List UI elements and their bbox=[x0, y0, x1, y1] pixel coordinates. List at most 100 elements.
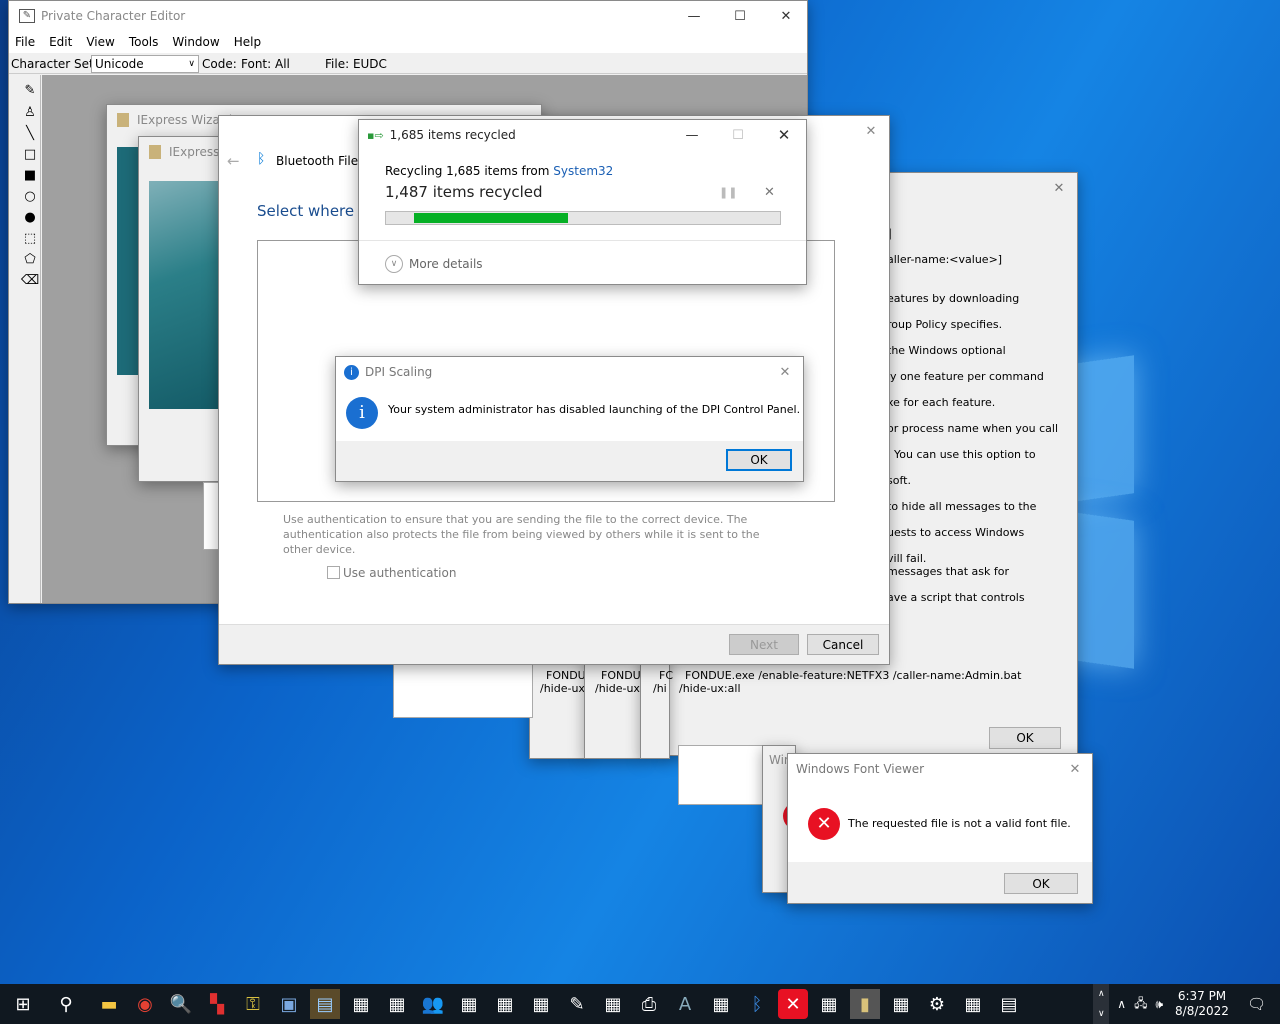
gear-icon[interactable]: ⚙ bbox=[922, 989, 952, 1019]
more-details-chevron-icon[interactable]: ∨ bbox=[385, 255, 403, 273]
filled-ellipse-icon[interactable]: ● bbox=[21, 208, 39, 226]
background-window-edge-3 bbox=[678, 745, 768, 805]
network-icon[interactable]: 🖧 bbox=[1134, 994, 1147, 1015]
fondue-line: xe for each feature. bbox=[887, 396, 996, 409]
bluetooth-taskbar-icon[interactable]: ᛒ bbox=[742, 989, 772, 1019]
font-viewer-dialog[interactable]: Windows Font Viewer ✕ ✕ The requested fi… bbox=[787, 753, 1093, 904]
document-app-icon[interactable]: ▤ bbox=[994, 989, 1024, 1019]
stack-a-line2: /hide-ux bbox=[540, 682, 585, 695]
dpi-titlebar[interactable]: i DPI Scaling bbox=[336, 357, 803, 387]
minimize-icon[interactable]: — bbox=[671, 1, 717, 31]
dpi-message: Your system administrator has disabled l… bbox=[388, 403, 801, 416]
recycle-source-prefix: Recycling 1,685 items from bbox=[385, 164, 554, 178]
fondue-line: eatures by downloading bbox=[887, 292, 1020, 305]
stack-c-line2: /hi bbox=[653, 682, 667, 695]
window-app-icon[interactable]: ▦ bbox=[706, 989, 736, 1019]
bluetooth-close-icon[interactable]: ✕ bbox=[851, 116, 891, 146]
hollow-rectangle-icon[interactable]: □ bbox=[21, 145, 39, 163]
recycle-maximize-icon[interactable]: ☐ bbox=[715, 120, 761, 150]
window-app-icon[interactable]: ▦ bbox=[346, 989, 376, 1019]
menu-tools[interactable]: Tools bbox=[129, 35, 159, 49]
fondue-ok-button[interactable]: OK bbox=[989, 727, 1061, 749]
cancel-operation-icon[interactable]: ✕ bbox=[764, 185, 775, 200]
window-app-icon[interactable]: ▦ bbox=[526, 989, 556, 1019]
show-hidden-icons-chevron-icon[interactable]: ∧ bbox=[1117, 997, 1126, 1011]
recycle-minimize-icon[interactable]: — bbox=[669, 120, 715, 150]
menu-view[interactable]: View bbox=[86, 35, 114, 49]
users-icon[interactable]: 👥 bbox=[418, 989, 448, 1019]
recycle-close-icon[interactable]: ✕ bbox=[761, 120, 807, 150]
brush-icon[interactable]: ♙ bbox=[21, 103, 39, 121]
dpi-ok-button[interactable]: OK bbox=[726, 449, 792, 471]
window-app-icon[interactable]: ▦ bbox=[454, 989, 484, 1019]
auth-checkbox[interactable] bbox=[327, 566, 340, 579]
menu-window[interactable]: Window bbox=[172, 35, 219, 49]
stack-b-line1: FONDU bbox=[601, 669, 641, 682]
recycle-progress-window[interactable]: ▪⇨ 1,685 items recycled — ☐ ✕ Recycling … bbox=[358, 119, 807, 285]
dpi-scaling-dialog[interactable]: i DPI Scaling ✕ i Your system administra… bbox=[335, 356, 804, 482]
fondue-window-stack-b[interactable]: FONDU /hide-ux: bbox=[584, 655, 644, 759]
charset-select[interactable]: Unicode ∨ bbox=[91, 55, 199, 73]
taskbar-scroll-arrows[interactable]: ∧ ∨ bbox=[1093, 984, 1110, 1024]
fondue-window-stack-c[interactable]: FC /hi bbox=[640, 655, 674, 759]
menu-edit[interactable]: Edit bbox=[49, 35, 72, 49]
printer-icon[interactable]: ⎙ bbox=[634, 989, 664, 1019]
pen-app-icon[interactable]: ✎ bbox=[562, 989, 592, 1019]
filled-rectangle-icon[interactable]: ■ bbox=[21, 166, 39, 184]
maximize-icon[interactable]: ☐ bbox=[717, 1, 763, 31]
font-app-icon[interactable]: A bbox=[670, 989, 700, 1019]
next-button[interactable]: Next bbox=[729, 634, 799, 655]
window-app-icon[interactable]: ▦ bbox=[490, 989, 520, 1019]
font-viewer-ok-button[interactable]: OK bbox=[1004, 873, 1078, 894]
fondue-window-stack-a[interactable]: FONDU /hide-ux bbox=[529, 655, 587, 759]
iexpress-taskbar-icon[interactable]: ▮ bbox=[850, 989, 880, 1019]
freeform-select-icon[interactable]: ⬠ bbox=[21, 250, 39, 268]
system32-link[interactable]: System32 bbox=[553, 164, 613, 178]
window-app-icon[interactable]: ▦ bbox=[598, 989, 628, 1019]
window-app-icon[interactable]: ▦ bbox=[382, 989, 412, 1019]
clock[interactable]: 6:37 PM 8/8/2022 bbox=[1175, 989, 1229, 1019]
close-icon[interactable]: ✕ bbox=[763, 1, 809, 31]
start-windows-icon[interactable]: ⊞ bbox=[8, 989, 38, 1019]
app-icon-keys[interactable]: ⚿ bbox=[238, 989, 268, 1019]
fondue-line: or process name when you call bbox=[887, 422, 1059, 435]
app-icon-colors[interactable]: ▚ bbox=[202, 989, 232, 1019]
file-explorer-icon[interactable]: ▬ bbox=[94, 989, 124, 1019]
line-icon[interactable]: ╲ bbox=[21, 124, 39, 142]
fondue-line: the Windows optional bbox=[887, 344, 1006, 357]
stack-c-line1: FC bbox=[659, 669, 674, 682]
pencil-icon[interactable]: ✎ bbox=[21, 81, 39, 99]
rect-select-icon[interactable]: ⬚ bbox=[21, 229, 39, 247]
cancel-button[interactable]: Cancel bbox=[807, 634, 879, 655]
fondue-line: uests to access Windows bbox=[887, 526, 1025, 539]
app-icon-monitor[interactable]: ▣ bbox=[274, 989, 304, 1019]
eraser-icon[interactable]: ⌫ bbox=[21, 271, 39, 289]
pause-icon[interactable]: ❚❚ bbox=[719, 186, 737, 199]
magnifier-tool-icon[interactable]: 🔍 bbox=[166, 989, 196, 1019]
window-app-icon[interactable]: ▦ bbox=[958, 989, 988, 1019]
error-taskbar-icon[interactable]: ✕ bbox=[778, 989, 808, 1019]
window-app-icon[interactable]: ▦ bbox=[814, 989, 844, 1019]
back-arrow-icon[interactable]: ← bbox=[227, 152, 240, 170]
stack-a-line1: FONDU bbox=[546, 669, 586, 682]
recycle-progress-fill bbox=[414, 213, 568, 223]
system-tray: ∧ ∨ ∧ 🖧 🕪 6:37 PM 8/8/2022 🗨 bbox=[1093, 984, 1280, 1024]
file-label: File: EUDC bbox=[325, 57, 387, 71]
private-character-editor-taskbar-icon[interactable]: ▤ bbox=[310, 989, 340, 1019]
iexpress2-app-icon bbox=[149, 145, 161, 159]
background-window-edge-2 bbox=[393, 660, 533, 718]
dpi-close-icon[interactable]: ✕ bbox=[766, 357, 804, 387]
hollow-ellipse-icon[interactable]: ○ bbox=[21, 187, 39, 205]
chrome-icon[interactable]: ◉ bbox=[130, 989, 160, 1019]
notifications-icon[interactable]: 🗨 bbox=[1247, 995, 1266, 1013]
volume-icon[interactable]: 🕪 bbox=[1155, 997, 1163, 1012]
font-viewer-close-icon[interactable]: ✕ bbox=[1056, 754, 1094, 784]
fondue-close-icon[interactable]: ✕ bbox=[1039, 173, 1079, 203]
info-icon: i bbox=[346, 397, 378, 429]
search-icon[interactable]: ⚲ bbox=[51, 989, 81, 1019]
more-details-link[interactable]: More details bbox=[409, 257, 483, 271]
menu-file[interactable]: File bbox=[15, 35, 35, 49]
window-app-icon[interactable]: ▦ bbox=[886, 989, 916, 1019]
menu-help[interactable]: Help bbox=[234, 35, 261, 49]
font-viewer-titlebar[interactable]: Windows Font Viewer bbox=[788, 754, 1092, 784]
